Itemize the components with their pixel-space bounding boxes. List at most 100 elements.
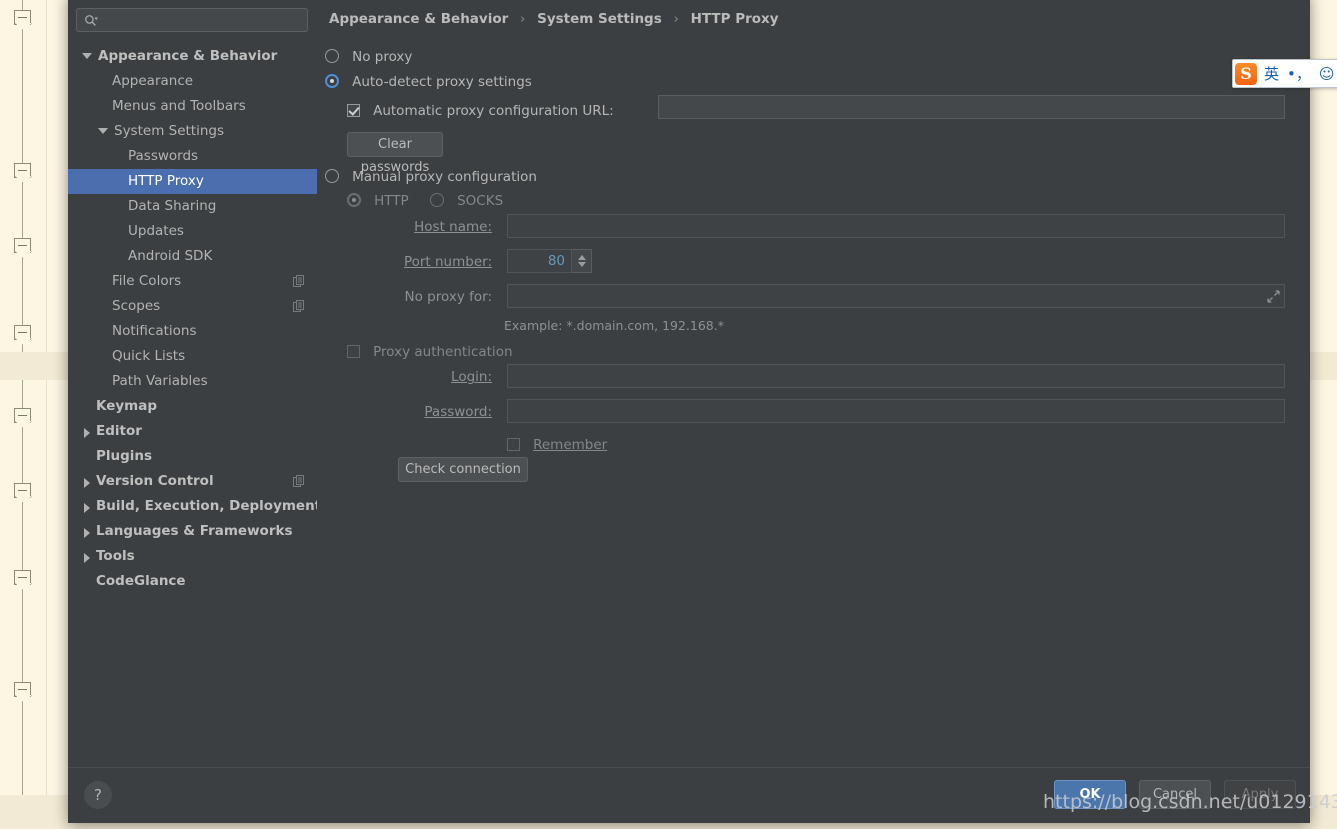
copy-icon[interactable]: [293, 475, 305, 488]
chevron-right-icon[interactable]: [84, 553, 90, 563]
breadcrumb-separator-icon: ›: [673, 11, 679, 27]
sidebar-item-plugins[interactable]: Plugins: [68, 444, 317, 469]
sidebar-item-build-execution-deployment[interactable]: Build, Execution, Deployment: [68, 494, 321, 519]
ime-emoji-icon[interactable]: ☺: [1315, 65, 1337, 83]
ime-language-mode[interactable]: 英: [1260, 63, 1283, 84]
host-name-label-text: Host name:: [414, 219, 492, 235]
port-number-stepper[interactable]: [572, 249, 592, 273]
chevron-right-icon[interactable]: [84, 428, 90, 438]
sidebar-item-tools[interactable]: Tools: [68, 544, 317, 569]
ime-punctuation-toggle[interactable]: •，: [1283, 63, 1315, 84]
settings-dialog: Appearance & Behavior Appearance Menus a…: [68, 0, 1310, 823]
auto-detect-proxy-radio[interactable]: [325, 74, 339, 88]
http-label: HTTP: [374, 193, 409, 209]
sidebar-item-android-sdk[interactable]: Android SDK: [68, 244, 317, 269]
sidebar-item-quick-lists[interactable]: Quick Lists: [68, 344, 317, 369]
sidebar-item-scopes[interactable]: Scopes: [68, 294, 317, 319]
fold-marker[interactable]: [14, 483, 31, 498]
socks-radio[interactable]: [430, 193, 444, 207]
chevron-right-icon[interactable]: [84, 478, 90, 488]
fold-marker[interactable]: [14, 682, 31, 697]
sidebar-item-languages-frameworks[interactable]: Languages & Frameworks: [68, 519, 317, 544]
remember-label: Remember: [533, 437, 608, 453]
fold-marker[interactable]: [14, 10, 31, 25]
breadcrumb-crumb-1[interactable]: Appearance & Behavior: [329, 11, 508, 27]
sogou-logo-icon[interactable]: S: [1235, 62, 1257, 85]
help-button[interactable]: ?: [84, 781, 112, 809]
remember-checkbox-row[interactable]: Remember: [507, 434, 607, 453]
sidebar-item-http-proxy[interactable]: HTTP Proxy: [68, 169, 317, 194]
sidebar-item-system-settings[interactable]: System Settings: [68, 119, 317, 144]
sidebar-item-passwords[interactable]: Passwords: [68, 144, 317, 169]
copy-icon[interactable]: [293, 300, 305, 313]
sidebar-item-data-sharing[interactable]: Data Sharing: [68, 194, 317, 219]
search-icon: [85, 15, 98, 26]
search-field-wrapper[interactable]: [76, 8, 308, 32]
breadcrumb-crumb-3[interactable]: HTTP Proxy: [691, 11, 779, 27]
password-label-text: Password:: [424, 404, 492, 420]
breadcrumb-crumb-2[interactable]: System Settings: [537, 11, 662, 27]
sidebar-item-updates[interactable]: Updates: [68, 219, 317, 244]
proxy-auth-checkbox-row[interactable]: Proxy authentication: [347, 341, 513, 360]
sidebar-item-version-control[interactable]: Version Control: [68, 469, 317, 494]
host-name-input[interactable]: [507, 214, 1285, 238]
chevron-down-icon[interactable]: [82, 53, 92, 59]
sidebar-item-path-variables[interactable]: Path Variables: [68, 369, 317, 394]
sidebar-item-notifications[interactable]: Notifications: [68, 319, 317, 344]
no-proxy-for-label-text: No proxy for:: [404, 289, 492, 305]
sidebar-item-appearance[interactable]: Appearance: [68, 69, 317, 94]
cancel-button[interactable]: Cancel: [1139, 780, 1211, 809]
dialog-footer: ? OK Cancel Apply: [68, 767, 1310, 823]
http-radio-row[interactable]: HTTP: [347, 190, 409, 209]
manual-proxy-radio[interactable]: [325, 169, 339, 183]
fold-marker[interactable]: [14, 325, 31, 340]
no-proxy-for-input[interactable]: [507, 284, 1285, 308]
auto-pac-checkbox-row[interactable]: Automatic proxy configuration URL:: [347, 100, 614, 119]
no-proxy-label: No proxy: [352, 49, 413, 65]
check-connection-button[interactable]: Check connection: [398, 457, 528, 482]
port-number-value: 80: [547, 253, 565, 269]
breadcrumb: Appearance & Behavior › System Settings …: [329, 11, 779, 27]
copy-icon[interactable]: [293, 275, 305, 288]
sidebar-item-file-colors[interactable]: File Colors: [68, 269, 317, 294]
remember-checkbox[interactable]: [507, 438, 520, 451]
socks-radio-row[interactable]: SOCKS: [430, 190, 503, 209]
auto-detect-radio-row[interactable]: Auto-detect proxy settings: [325, 71, 532, 90]
sogou-ime-bar[interactable]: S 英 •， ☺ ↓: [1232, 59, 1337, 88]
example-note: Example: *.domain.com, 192.168.*: [504, 318, 724, 333]
chevron-right-icon[interactable]: [84, 503, 90, 513]
sidebar-item-codeglance[interactable]: CodeGlance: [68, 569, 317, 594]
port-number-input[interactable]: 80: [507, 249, 572, 273]
expand-icon[interactable]: [1267, 290, 1280, 303]
port-number-label-text: Port number:: [403, 254, 492, 270]
clear-passwords-button[interactable]: Clear passwords: [347, 132, 443, 175]
fold-marker[interactable]: [14, 238, 31, 253]
chevron-right-icon[interactable]: [84, 528, 90, 538]
login-input[interactable]: [507, 364, 1285, 388]
auto-pac-url-input[interactable]: [658, 95, 1285, 119]
search-input[interactable]: [76, 8, 308, 32]
ok-button[interactable]: OK: [1054, 780, 1126, 809]
sidebar-item-menus-toolbars[interactable]: Menus and Toolbars: [68, 94, 317, 119]
no-proxy-radio[interactable]: [325, 49, 339, 63]
sidebar-item-appearance-behavior[interactable]: Appearance & Behavior: [68, 44, 317, 69]
chevron-down-icon[interactable]: [98, 128, 108, 134]
apply-button: Apply: [1224, 780, 1296, 809]
auto-pac-checkbox[interactable]: [347, 104, 360, 117]
proxy-auth-label: Proxy authentication: [373, 344, 513, 360]
sidebar-item-editor[interactable]: Editor: [68, 419, 317, 444]
no-proxy-radio-row[interactable]: No proxy: [325, 46, 412, 65]
manual-proxy-radio-row[interactable]: Manual proxy configuration: [325, 166, 537, 185]
proxy-auth-checkbox[interactable]: [347, 345, 360, 358]
stepper-down-icon[interactable]: [578, 262, 586, 267]
manual-proxy-label: Manual proxy configuration: [352, 169, 537, 185]
sidebar-item-keymap[interactable]: Keymap: [68, 394, 317, 419]
fold-marker[interactable]: [14, 163, 31, 178]
fold-marker[interactable]: [14, 570, 31, 585]
fold-marker[interactable]: [14, 408, 31, 423]
password-label: Password:: [317, 404, 492, 420]
http-radio[interactable]: [347, 193, 361, 207]
password-input[interactable]: [507, 399, 1285, 423]
stepper-up-icon[interactable]: [578, 255, 586, 260]
auto-detect-proxy-label: Auto-detect proxy settings: [352, 74, 532, 90]
